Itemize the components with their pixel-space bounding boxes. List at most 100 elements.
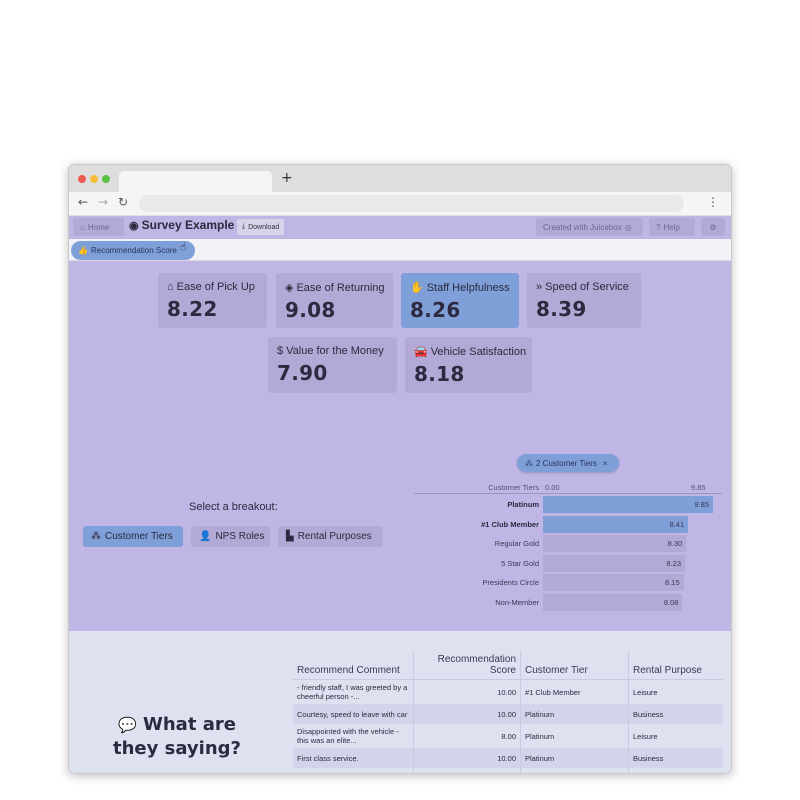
axis-max-label: 9.85 [691,483,706,492]
back-icon[interactable]: ← [78,195,88,209]
bar-category-label: 5 Star Gold [501,558,539,568]
bar-value-label: 8.15 [665,578,680,587]
metric-value: 7.90 [277,361,328,385]
table-cell-tier: Platinum [525,731,555,741]
metric-label: Ease of Pick Up [176,281,255,293]
maximize-window-button[interactable] [102,175,110,183]
table-cell-score: 10.00 [497,687,516,697]
download-button[interactable]: ⤓ Download [237,219,285,235]
metric-card-speed-of-service[interactable]: » Speed of Service 8.39 [527,273,641,328]
close-icon[interactable]: × [603,459,608,468]
table-cell: 10.00 [413,748,521,768]
axis-min-label: 0.00 [545,483,560,492]
table-cell-purpose: Business [633,709,664,719]
breakout-nps-roles-button[interactable]: 👤 NPS Roles [191,526,270,547]
metric-label: Value for the Money [286,345,384,357]
home-button[interactable]: ⌂ Home [73,218,124,236]
browser-tab[interactable] [119,171,272,192]
bar[interactable]: 8.08 [543,593,683,611]
table-cell-comment: Disappointed with the vehicle - this was… [297,727,399,745]
chat-bubble-icon: ◉ [129,219,139,232]
column-header[interactable]: Rental Purpose [628,651,723,680]
gear-icon: ⚙ [709,222,717,232]
close-window-button[interactable] [78,175,86,183]
customer-tiers-filter-chip[interactable]: ⁂ 2 Customer Tiers × [517,454,619,472]
table-cell: Disappointed with the vehicle - this was… [293,724,414,748]
metric-card-value-for-the-money[interactable]: $ Value for the Money 7.90 [268,337,397,393]
page-title: ◉ Survey Example [129,218,234,232]
bar-value-label: 8.23 [666,558,682,568]
new-tab-button[interactable]: + [281,170,293,186]
download-icon: ⤓ [242,223,246,230]
building-icon: ▙ [286,531,294,542]
app-header: ⌂ Home ◉ Survey Example ⤓ Download Creat… [69,216,731,239]
bar[interactable]: 8.30 [543,535,687,552]
comments-section: 💬 What are they saying? Recommend Commen… [69,631,731,773]
table-cell: 10.00 [413,704,521,724]
table-cell: 8.00 [413,724,521,748]
bar-value-label: 8.08 [663,597,679,607]
table-cell-purpose: Business [633,753,664,763]
table-cell-comment: Courtesy, speed to leave with car [297,709,408,719]
table-row[interactable]: First class service. 10.00 Platinum Busines… [293,748,723,768]
bar[interactable]: 8.23 [543,554,686,572]
download-label: Download [248,223,280,231]
bar[interactable]: 8.41 [543,515,689,533]
settings-button[interactable]: ⚙ [701,218,725,236]
breakout-option-label: Customer Tiers [105,531,173,542]
metric-label: Staff Helpfulness [426,281,510,294]
recommendation-score-chip[interactable]: 👍 Recommendation Score [71,241,195,260]
forward-icon[interactable]: → [98,195,108,209]
table-cell-comment: - friendly staff, I was greeted by a che… [297,683,408,701]
cubes-icon: ⁂ [525,458,533,468]
table-cell: Courtesy, speed to leave with car [293,704,414,724]
browser-window: + ← → ↻ ⋮ ⌂ Home ◉ Survey Example ⤓ Down… [68,164,732,774]
bar-category-label: #1 Club Member [481,519,539,529]
table-cell-score: 8.00 [501,731,516,741]
table-row[interactable]: Courtesy, speed to leave with car 10.00 Pl… [293,704,723,724]
created-with-juicebox-button[interactable]: Created with Juicebox ◎ [536,218,643,236]
table-cell-comment: First class service. [297,753,359,763]
table-cell-score: 10.00 [497,709,516,719]
column-header[interactable]: Recommendation Score [413,651,521,680]
metric-card-staff-helpfulness[interactable]: ✋ Staff Helpfulness 8.26 [401,273,519,328]
shipping-fast-icon: » [536,281,543,293]
table-row[interactable]: - friendly staff, I was greeted by a che… [293,679,723,704]
table-cell: Business [628,748,723,768]
table-cell-tier: Platinum [525,709,555,719]
table-cell-tier: Platinum [525,753,555,763]
bar-value-label: 9.85 [694,500,709,509]
breakout-option-label: NPS Roles [215,531,265,542]
bar[interactable]: 9.85 [543,496,713,513]
metric-value: 8.26 [410,298,461,322]
bar[interactable]: 8.15 [543,574,684,591]
dollar-icon: $ [277,345,284,357]
breakout-customer-tiers-button[interactable]: ⁂ Customer Tiers [83,526,183,547]
help-button[interactable]: ? Help [649,218,695,236]
bar-category-label: Platinum [507,500,539,509]
metric-card-ease-of-pick-up[interactable]: ⌂ Ease of Pick Up 8.22 [158,273,267,328]
minimize-window-button[interactable] [90,175,98,183]
reload-icon[interactable]: ↻ [118,195,128,209]
metric-label: Ease of Returning [296,281,385,294]
metric-card-ease-of-returning[interactable]: ◈ Ease of Returning 9.08 [276,273,393,328]
home-icon: ⌂ [80,222,85,232]
table-cell-tier: #1 Club Member [525,687,581,697]
column-header[interactable]: Customer Tier [520,651,629,680]
table-row[interactable]: Disappointed with the vehicle - this was… [293,724,723,748]
table-cell: Leisure [628,679,723,704]
address-bar[interactable] [139,195,684,212]
metric-value: 9.08 [285,298,336,322]
breakout-rental-purposes-button[interactable]: ▙ Rental Purposes [278,526,383,547]
metrics-panel: ⌂ Ease of Pick Up 8.22 ◈ Ease of Returning… [69,261,731,631]
table-cell: Platinum [520,724,629,748]
bar-value-label: 8.41 [669,519,685,529]
table-row[interactable]: Friendly staff. Focusing on... [293,768,723,773]
column-header[interactable]: Recommend Comment [293,651,414,680]
table-cell: Platinum [520,748,629,768]
home-label: Home [87,222,110,232]
metric-card-vehicle-satisfaction[interactable]: 🚘 Vehicle Satisfaction 8.18 [405,337,532,393]
axis-line [414,493,722,494]
browser-menu-icon[interactable]: ⋮ [707,195,719,209]
filter-chip-label: 2 Customer Tiers [536,458,597,468]
